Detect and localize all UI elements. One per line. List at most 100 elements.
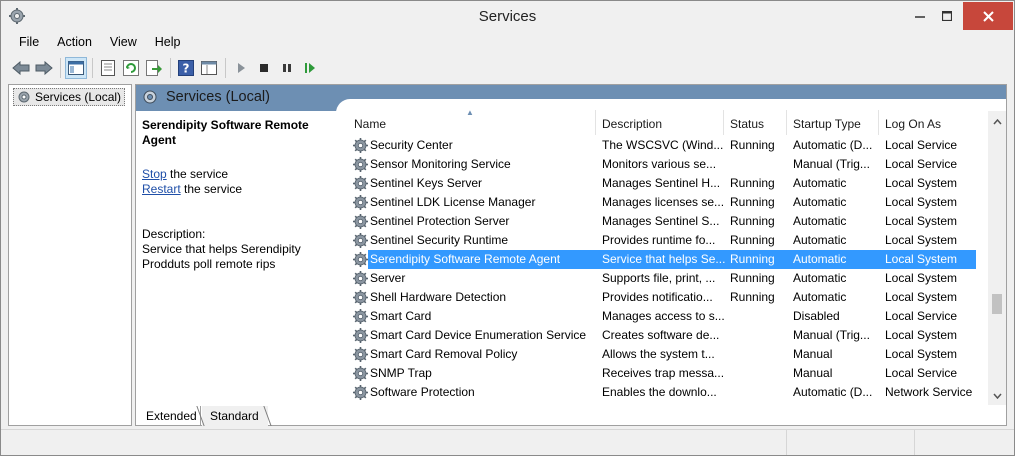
service-gear-icon	[353, 176, 368, 191]
service-gear-icon	[353, 233, 368, 248]
cell-description: Creates software de...	[602, 328, 720, 342]
resume-service-icon	[305, 63, 315, 73]
table-row[interactable]: Server Supports file, print, ... Running Au…	[348, 269, 978, 288]
content-header-title: Services (Local)	[166, 89, 270, 105]
table-row[interactable]: Sentinel Protection Server Manages Sentin…	[348, 212, 978, 231]
cell-name: Serendipity Software Remote Agent	[370, 252, 561, 266]
forward-arrow-icon	[35, 61, 53, 75]
column-header-logon-label: Log On As	[885, 117, 942, 131]
service-gear-icon	[353, 290, 368, 305]
services-content-pane: Services (Local) Serendipity Software Re…	[135, 84, 1007, 426]
restart-service-link[interactable]: Restart	[142, 182, 181, 196]
cell-name: Smart Card	[370, 309, 432, 323]
close-button[interactable]	[963, 2, 1013, 30]
column-header-status[interactable]: Status	[724, 110, 787, 135]
cell-name: Sentinel Security Runtime	[370, 233, 509, 247]
close-icon	[982, 10, 994, 22]
cell-log-on-as: Local System	[885, 176, 958, 190]
status-segment	[914, 430, 1014, 455]
menu-view[interactable]: View	[101, 32, 146, 54]
console-view-button[interactable]	[198, 57, 220, 79]
cell-description: Receives trap messa...	[602, 366, 725, 380]
cell-description: Manages access to s...	[602, 309, 725, 323]
cell-name: Smart Card Device Enumeration Service	[370, 328, 587, 342]
cell-description: Manages licenses se...	[602, 195, 725, 209]
show-console-tree-button[interactable]	[65, 57, 87, 79]
properties-button[interactable]	[97, 57, 119, 79]
view-tabs: Extended Standard	[135, 406, 1007, 427]
scrollbar-thumb[interactable]	[992, 294, 1002, 314]
services-list: Name ▲ Description Status Startup Type L…	[348, 108, 1006, 406]
status-bar	[1, 429, 1014, 455]
restart-service-suffix: the service	[180, 182, 243, 196]
pause-service-button[interactable]	[276, 57, 298, 79]
export-list-button[interactable]	[143, 57, 165, 79]
cell-startup-type: Manual (Trig...	[793, 157, 870, 171]
minimize-icon	[914, 16, 925, 18]
cell-startup-type: Manual	[793, 366, 833, 380]
table-row[interactable]: Sentinel LDK License Manager Manages lice…	[348, 193, 978, 212]
service-gear-icon	[353, 214, 368, 229]
forward-button[interactable]	[33, 57, 55, 79]
cell-description: Enables the downlo...	[602, 385, 717, 399]
table-row[interactable]: Security Center The WSCSVC (Wind... Runnin…	[348, 136, 978, 155]
column-header-startup-type[interactable]: Startup Type	[787, 110, 879, 135]
menu-action[interactable]: Action	[48, 32, 101, 54]
menu-help[interactable]: Help	[146, 32, 190, 54]
column-header-description[interactable]: Description	[596, 110, 724, 135]
cell-description: Supports file, print, ...	[602, 271, 716, 285]
cell-log-on-as: Local System	[885, 195, 958, 209]
service-gear-icon	[353, 252, 368, 267]
cell-description: Service that helps Se...	[602, 252, 726, 266]
cell-log-on-as: Local System	[885, 290, 958, 304]
table-row[interactable]: Software Protection Enables the downlo...…	[348, 383, 978, 402]
cell-startup-type: Automatic	[793, 214, 847, 228]
cell-startup-type: Manual	[793, 347, 833, 361]
table-row[interactable]: Sensor Monitoring Service Monitors variou…	[348, 155, 978, 174]
cell-log-on-as: Local System	[885, 347, 958, 361]
tree-item-services-local[interactable]: Services (Local)	[13, 88, 126, 106]
cell-description: Manages Sentinel S...	[602, 214, 720, 228]
tab-extended[interactable]: Extended	[135, 406, 201, 426]
table-row[interactable]: Shell Hardware Detection Provides notific…	[348, 288, 978, 307]
service-gear-icon	[353, 309, 368, 324]
table-row[interactable]: Sentinel Keys Server Manages Sentinel H..…	[348, 174, 978, 193]
menu-file[interactable]: File	[10, 32, 48, 54]
cell-status: Running	[730, 271, 775, 285]
back-button[interactable]	[10, 57, 32, 79]
table-row[interactable]: Sentinel Security Runtime Provides runtim…	[348, 231, 978, 250]
resume-service-button[interactable]	[299, 57, 321, 79]
maximize-button[interactable]	[933, 2, 960, 30]
column-header-name[interactable]: Name ▲	[348, 108, 596, 135]
refresh-button[interactable]	[120, 57, 142, 79]
table-row[interactable]: Serendipity Software Remote Agent Service…	[348, 250, 978, 269]
cell-description: Provides runtime fo...	[602, 233, 716, 247]
scroll-down-button[interactable]	[988, 387, 1006, 404]
cell-status: Running	[730, 138, 775, 152]
stop-service-button[interactable]	[253, 57, 275, 79]
service-gear-icon	[353, 157, 368, 172]
vertical-scrollbar[interactable]	[988, 111, 1006, 405]
back-arrow-icon	[12, 61, 30, 75]
cell-startup-type: Automatic	[793, 290, 847, 304]
cell-startup-type: Automatic	[793, 195, 847, 209]
table-row[interactable]: SNMP Trap Receives trap messa... Manual Loc…	[348, 364, 978, 383]
column-header-startup-label: Startup Type	[793, 117, 861, 131]
help-button[interactable]: ?	[175, 57, 197, 79]
tab-standard[interactable]: Standard	[202, 406, 268, 426]
cell-name: Security Center	[370, 138, 453, 152]
gear-icon	[143, 90, 157, 104]
table-row[interactable]: Smart Card Removal Policy Allows the syst…	[348, 345, 978, 364]
table-row[interactable]: Smart Card Device Enumeration Service Cre…	[348, 326, 978, 345]
scroll-up-button[interactable]	[988, 113, 1006, 130]
minimize-button[interactable]	[906, 2, 933, 30]
toolbar-separator	[170, 58, 171, 78]
column-header-log-on-as[interactable]: Log On As	[879, 110, 978, 135]
cell-name: Sentinel LDK License Manager	[370, 195, 536, 209]
console-view-icon	[201, 61, 217, 75]
start-service-button[interactable]	[230, 57, 252, 79]
table-row[interactable]: Smart Card Manages access to s... Disabled…	[348, 307, 978, 326]
stop-service-link[interactable]: Stop	[142, 167, 167, 181]
cell-log-on-as: Local System	[885, 328, 958, 342]
cell-startup-type: Automatic	[793, 233, 847, 247]
